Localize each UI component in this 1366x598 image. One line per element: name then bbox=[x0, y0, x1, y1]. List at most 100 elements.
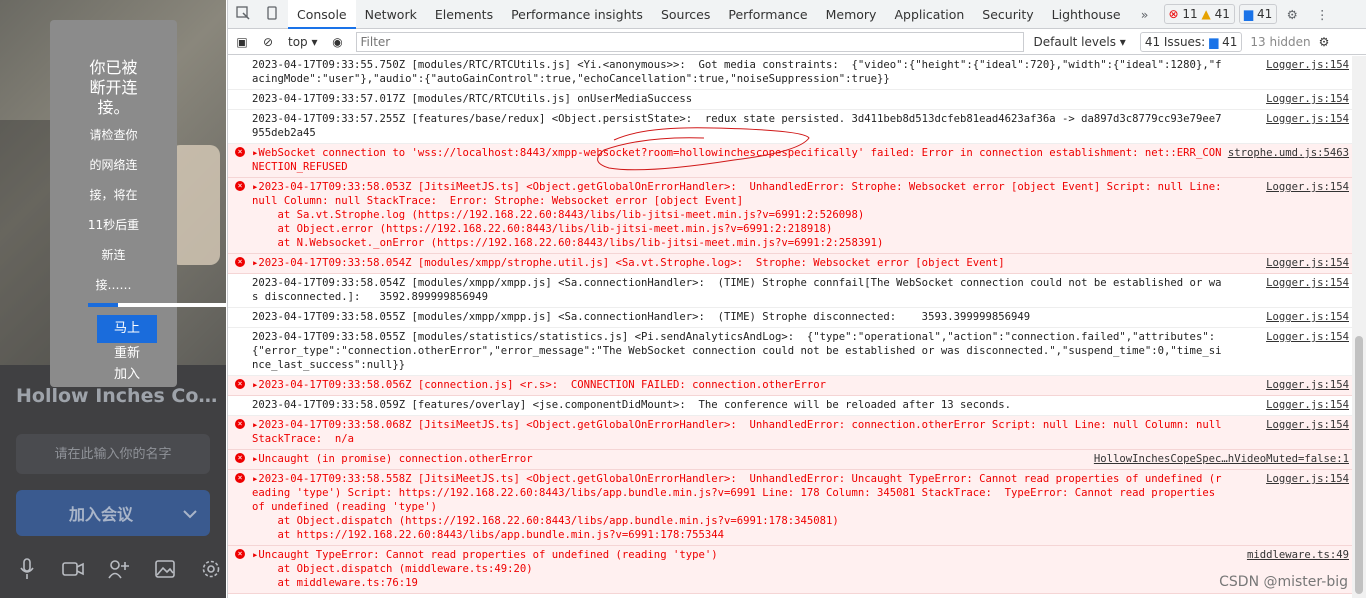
context-select[interactable]: top ▾ bbox=[280, 35, 326, 49]
console-error-row[interactable]: × ▸Uncaught TypeError: Cannot read proper… bbox=[228, 546, 1353, 594]
console-message-text: 2023-04-17T09:33:58.054Z [modules/xmpp/x… bbox=[252, 277, 1222, 303]
source-link[interactable]: Logger.js:154 bbox=[1266, 378, 1349, 392]
tab-security[interactable]: Security bbox=[973, 0, 1042, 29]
console-message-text: ▸2023-04-17T09:33:58.056Z [connection.js… bbox=[252, 379, 827, 391]
tab-elements[interactable]: Elements bbox=[426, 0, 502, 29]
disconnected-dialog: 你已被断开连接。 请检查你 的网络连 接，将在 11秒后重 新连 接…… 马上 … bbox=[50, 20, 226, 387]
source-link[interactable]: Logger.js:154 bbox=[1266, 180, 1349, 194]
add-participant-icon[interactable] bbox=[108, 556, 130, 582]
console-message-text: 2023-04-17T09:33:58.055Z [modules/xmpp/x… bbox=[252, 311, 1031, 323]
error-icon: × bbox=[235, 549, 245, 559]
console-error-row[interactable]: × ▸2023-04-17T09:33:58.053Z [JitsiMeetJS.… bbox=[228, 178, 1353, 254]
source-link[interactable]: Logger.js:154 bbox=[1266, 112, 1349, 126]
console-message-text: ▸2023-04-17T09:33:58.558Z [JitsiMeetJS.t… bbox=[252, 473, 1222, 541]
error-icon: × bbox=[235, 147, 245, 157]
warning-icon: ▲ bbox=[1201, 7, 1211, 21]
console-message-text: 2023-04-17T09:33:58.055Z [modules/statis… bbox=[252, 331, 1222, 371]
console-settings-gear-icon[interactable]: ⚙ bbox=[1319, 35, 1330, 49]
console-error-row[interactable]: × ▸2023-04-17T09:33:58.068Z [JitsiMeetJS.… bbox=[228, 416, 1353, 450]
join-meeting-button[interactable]: 加入会议 bbox=[16, 490, 210, 536]
live-expression-eye-icon[interactable]: ◉ bbox=[326, 35, 350, 49]
source-link[interactable]: Logger.js:154 bbox=[1266, 472, 1349, 486]
inspect-element-icon[interactable] bbox=[228, 5, 258, 23]
settings-gear-icon[interactable] bbox=[200, 556, 222, 582]
source-link[interactable]: Logger.js:154 bbox=[1266, 58, 1349, 72]
console-log-row[interactable]: 2023-04-17T09:33:58.059Z [features/overl… bbox=[228, 396, 1353, 416]
tab-lighthouse[interactable]: Lighthouse bbox=[1043, 0, 1130, 29]
source-link[interactable]: Logger.js:154 bbox=[1266, 276, 1349, 290]
tab-sources[interactable]: Sources bbox=[652, 0, 719, 29]
console-message-text: ▸2023-04-17T09:33:58.068Z [JitsiMeetJS.t… bbox=[252, 419, 1228, 445]
console-message-text: ▸2023-04-17T09:33:58.053Z [JitsiMeetJS.t… bbox=[252, 181, 1222, 249]
source-link[interactable]: Logger.js:154 bbox=[1266, 418, 1349, 432]
device-toolbar-icon[interactable] bbox=[258, 5, 288, 23]
microphone-icon[interactable] bbox=[16, 556, 38, 582]
rejoin-label-line: 重新 bbox=[113, 346, 140, 361]
watermark: CSDN @mister-big bbox=[1219, 574, 1348, 590]
issues-count: 41 bbox=[1222, 34, 1238, 49]
devtools-tabbar: Console Network Elements Performance ins… bbox=[228, 0, 1366, 29]
messages-badge[interactable]: ▆ 41 bbox=[1238, 4, 1278, 24]
console-log-row[interactable]: 2023-04-17T09:33:58.055Z [modules/statis… bbox=[228, 328, 1353, 376]
preview-person bbox=[170, 145, 220, 265]
console-error-row[interactable]: × ▸2023-04-17T09:33:58.558Z [JitsiMeetJS.… bbox=[228, 470, 1353, 546]
tab-network[interactable]: Network bbox=[356, 0, 426, 29]
source-link[interactable]: strophe.umd.js:5463 bbox=[1228, 146, 1349, 160]
settings-gear-icon[interactable]: ⚙ bbox=[1277, 7, 1307, 22]
clear-console-icon[interactable]: ⊘ bbox=[256, 35, 280, 49]
tab-memory[interactable]: Memory bbox=[817, 0, 886, 29]
console-log-row[interactable]: 2023-04-17T09:33:55.750Z [modules/RTC/RT… bbox=[228, 56, 1353, 90]
console-message-text: 2023-04-17T09:33:57.017Z [modules/RTC/RT… bbox=[252, 93, 693, 105]
console-log-row[interactable]: 2023-04-17T09:33:58.055Z [modules/xmpp/x… bbox=[228, 308, 1353, 328]
name-input[interactable] bbox=[16, 434, 210, 474]
prejoin-toolbar bbox=[16, 556, 226, 586]
console-message-text: 2023-04-17T09:33:55.750Z [modules/RTC/RT… bbox=[252, 59, 1222, 85]
error-warning-badge[interactable]: ⊗ 11 ▲ 41 bbox=[1163, 4, 1235, 24]
dialog-text-line: 接…… bbox=[95, 278, 132, 292]
tab-performance[interactable]: Performance bbox=[719, 0, 816, 29]
hidden-count: 13 hidden bbox=[1250, 34, 1311, 49]
issues-button[interactable]: 41 Issues: ▆ 41 bbox=[1139, 31, 1243, 52]
source-link[interactable]: Logger.js:154 bbox=[1266, 92, 1349, 106]
log-levels-select[interactable]: Default levels ▾ bbox=[1024, 35, 1136, 49]
tab-application[interactable]: Application bbox=[885, 0, 973, 29]
filter-input[interactable] bbox=[355, 31, 1024, 52]
source-link[interactable]: middleware.ts:49 bbox=[1247, 548, 1349, 562]
more-tabs-icon[interactable]: » bbox=[1130, 7, 1160, 22]
background-icon[interactable] bbox=[154, 556, 176, 582]
red-annotation-scribble bbox=[597, 127, 810, 171]
source-link[interactable]: Logger.js:154 bbox=[1266, 310, 1349, 324]
dialog-text-line: 新连 bbox=[101, 248, 126, 262]
console-message-text: 2023-04-17T09:33:58.059Z [features/overl… bbox=[252, 399, 1011, 411]
console-scrollbar[interactable] bbox=[1352, 56, 1366, 598]
reconnect-progress-fill bbox=[88, 303, 118, 307]
console-message-text: ▸2023-04-17T09:33:58.054Z [modules/xmpp/… bbox=[252, 257, 1005, 269]
reconnect-progress-bar bbox=[88, 303, 226, 307]
rejoin-now-button[interactable]: 马上 重新 加入 bbox=[97, 315, 157, 385]
source-link[interactable]: Logger.js:154 bbox=[1266, 256, 1349, 270]
error-icon: × bbox=[235, 181, 245, 191]
more-options-icon[interactable]: ⋮ bbox=[1307, 7, 1337, 22]
error-icon: ⊗ bbox=[1168, 7, 1179, 21]
console-error-row[interactable]: × ▸2023-04-17T09:33:58.056Z [connection.j… bbox=[228, 376, 1353, 396]
chevron-down-icon[interactable] bbox=[170, 504, 210, 523]
tab-console[interactable]: Console bbox=[288, 0, 356, 29]
console-error-row[interactable]: × ▸Uncaught (in promise) connection.other… bbox=[228, 450, 1353, 470]
dialog-text-line: 11秒后重 bbox=[87, 218, 140, 232]
screen: Hollow Inches Co… 加入会议 你已被断开连接。 请检查你 的网络… bbox=[0, 0, 1366, 598]
camera-icon[interactable] bbox=[62, 556, 84, 582]
console-error-row[interactable]: × ▸2023-04-17T09:33:58.054Z [modules/xmpp… bbox=[228, 254, 1353, 274]
context-label: top bbox=[288, 34, 308, 49]
source-link[interactable]: HollowInchesCopeSpec…hVideoMuted=false:1 bbox=[1094, 452, 1349, 466]
tab-performance-insights[interactable]: Performance insights bbox=[502, 0, 652, 29]
source-link[interactable]: Logger.js:154 bbox=[1266, 330, 1349, 344]
console-log-row[interactable]: 2023-04-17T09:33:58.054Z [modules/xmpp/x… bbox=[228, 274, 1353, 308]
dialog-title: 你已被断开连接。 bbox=[89, 58, 138, 117]
issues-label: 41 Issues: bbox=[1144, 34, 1206, 49]
error-icon: × bbox=[235, 473, 245, 483]
sidebar-toggle-icon[interactable]: ▣ bbox=[228, 35, 256, 49]
messages-count: 41 bbox=[1256, 7, 1273, 21]
source-link[interactable]: Logger.js:154 bbox=[1266, 398, 1349, 412]
scrollbar-thumb[interactable] bbox=[1355, 336, 1363, 594]
console-log-row[interactable]: 2023-04-17T09:33:57.017Z [modules/RTC/RT… bbox=[228, 90, 1353, 110]
